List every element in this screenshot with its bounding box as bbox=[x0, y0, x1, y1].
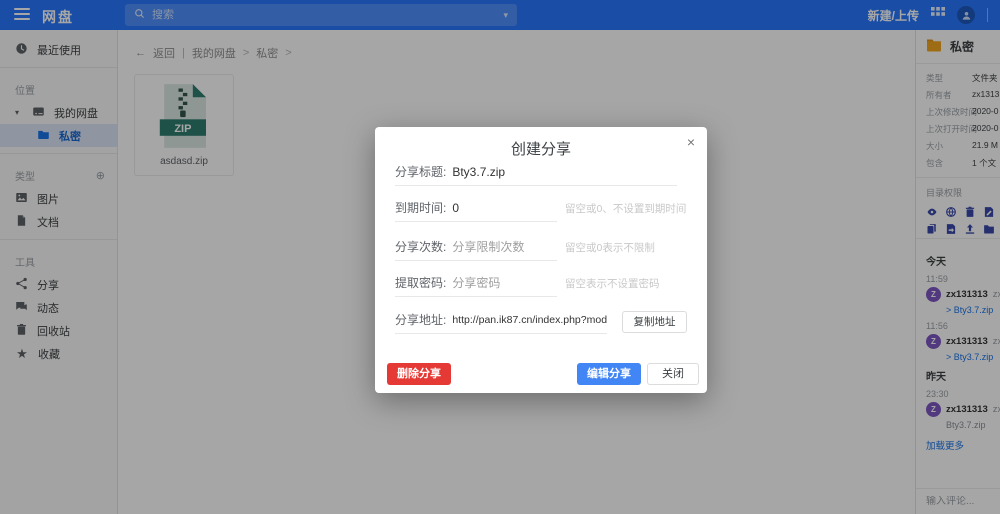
create-share-modal: 创建分享 × 分享标题: 到期时间: 留空或0、不设置到期时间 分享次数: 留空… bbox=[375, 127, 707, 393]
password-input[interactable] bbox=[452, 276, 557, 290]
share-count-field: 分享次数: bbox=[395, 238, 557, 261]
expire-field: 到期时间: bbox=[395, 199, 557, 222]
expire-label: 到期时间: bbox=[395, 199, 446, 216]
cloud-drive-app: 网盘 ▾ 新建/上传 最近使用 位置 ▾ bbox=[0, 0, 1000, 514]
share-title-input[interactable] bbox=[452, 165, 677, 179]
password-field: 提取密码: bbox=[395, 274, 557, 297]
share-count-input[interactable] bbox=[452, 240, 557, 254]
expire-input[interactable] bbox=[452, 201, 557, 215]
share-title-field: 分享标题: bbox=[395, 163, 677, 186]
share-url-input[interactable] bbox=[452, 314, 607, 326]
share-url-label: 分享地址: bbox=[395, 311, 446, 328]
password-hint: 留空表示不设置密码 bbox=[565, 276, 660, 291]
share-count-hint: 留空或0表示不限制 bbox=[565, 240, 655, 255]
copy-address-button[interactable]: 复制地址 bbox=[622, 311, 687, 333]
modal-title: 创建分享 bbox=[375, 127, 707, 159]
share-title-label: 分享标题: bbox=[395, 163, 446, 180]
expire-hint: 留空或0、不设置到期时间 bbox=[565, 201, 686, 216]
delete-share-button[interactable]: 删除分享 bbox=[387, 363, 451, 385]
edit-share-button[interactable]: 编辑分享 bbox=[577, 363, 641, 385]
close-icon[interactable]: × bbox=[687, 135, 695, 149]
password-label: 提取密码: bbox=[395, 274, 446, 291]
share-url-field: 分享地址: bbox=[395, 311, 607, 334]
share-count-label: 分享次数: bbox=[395, 238, 446, 255]
close-button[interactable]: 关闭 bbox=[647, 363, 699, 385]
